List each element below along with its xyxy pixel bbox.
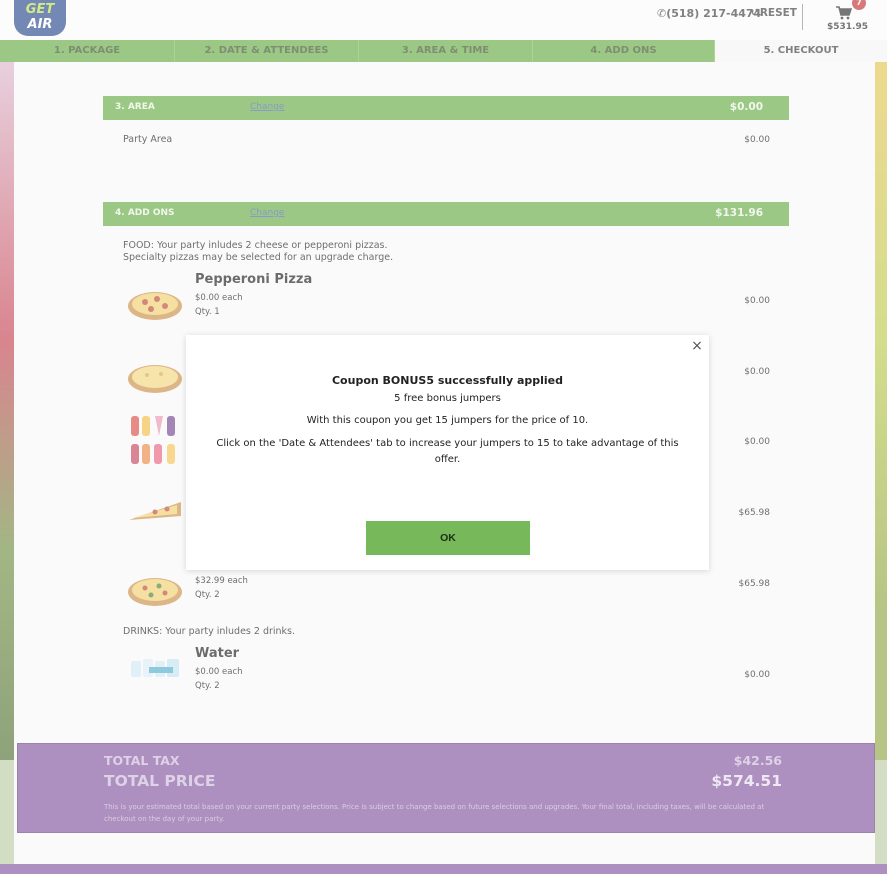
coupon-modal: × Coupon BONUS5 successfully applied 5 f… bbox=[186, 335, 709, 570]
close-icon[interactable]: × bbox=[691, 339, 703, 353]
ok-button[interactable]: OK bbox=[366, 521, 530, 555]
modal-instructions: Click on the 'Date & Attendees' tab to i… bbox=[216, 438, 679, 465]
modal-subtitle: 5 free bonus jumpers bbox=[394, 393, 501, 404]
modal-title: Coupon BONUS5 successfully applied bbox=[331, 374, 563, 387]
modal-offer-line: With this coupon you get 15 jumpers for … bbox=[306, 415, 589, 426]
